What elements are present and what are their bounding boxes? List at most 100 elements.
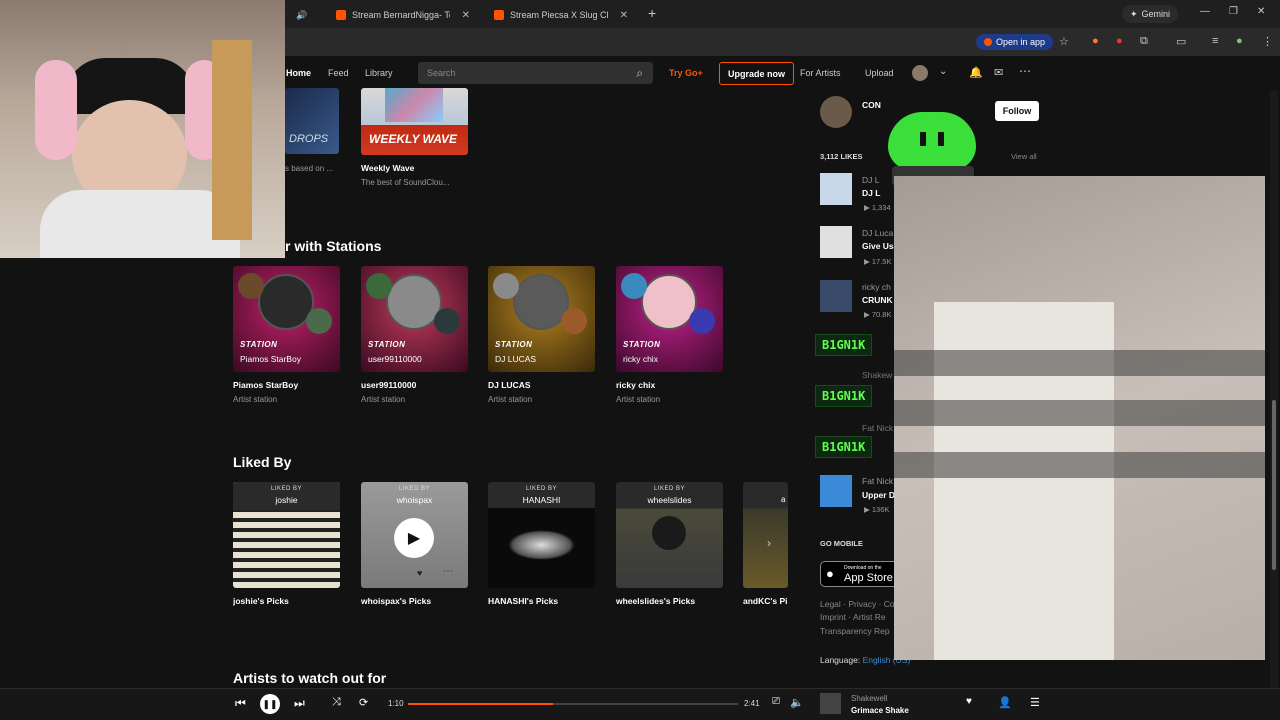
weekly-wave-card[interactable]: WEEKLY WAVE Weekly Wave The best of Soun… bbox=[361, 88, 468, 187]
bell-icon[interactable]: 🔔 bbox=[969, 66, 983, 79]
upload-link[interactable]: Upload bbox=[865, 68, 894, 78]
track-artist[interactable]: DJ Luca bbox=[862, 228, 893, 238]
plays-count: ▶ 136K bbox=[864, 505, 889, 514]
drops-card[interactable]: DROPS s based on ... bbox=[285, 88, 339, 173]
heart-icon[interactable]: ♥ bbox=[966, 696, 972, 707]
close-icon[interactable]: ✕ bbox=[319, 10, 320, 21]
search-input[interactable]: Search ⌕ bbox=[418, 62, 653, 84]
restore-icon[interactable]: ❐ bbox=[1229, 6, 1238, 17]
cast-icon[interactable]: ⎚ bbox=[772, 696, 780, 707]
minimize-icon[interactable]: — bbox=[1200, 6, 1210, 17]
station-card[interactable]: STATION Piamos StarBoy Piamos StarBoy Ar… bbox=[233, 266, 340, 404]
nav-home[interactable]: Home bbox=[286, 68, 311, 78]
for-artists-link[interactable]: For Artists bbox=[800, 68, 841, 78]
try-go-link[interactable]: Try Go+ bbox=[669, 68, 703, 78]
now-playing-artist[interactable]: Shakewell bbox=[851, 694, 887, 703]
pause-icon[interactable]: ❚❚ bbox=[260, 694, 280, 714]
scrollbar-thumb[interactable] bbox=[1272, 400, 1276, 570]
chevron-down-icon[interactable]: ⌄ bbox=[939, 66, 947, 77]
search-icon[interactable]: ⌕ bbox=[636, 66, 643, 81]
user-avatar[interactable] bbox=[912, 65, 928, 81]
profile-avatar[interactable] bbox=[820, 96, 852, 128]
footer-links[interactable]: Legal · Privacy · Co bbox=[820, 599, 895, 609]
queue-icon[interactable]: ☰ bbox=[1030, 696, 1040, 709]
liked-by-user: a bbox=[781, 495, 786, 504]
playlist-card[interactable]: a › andKC's Pi bbox=[743, 482, 788, 606]
nav-library[interactable]: Library bbox=[365, 68, 393, 78]
track-title[interactable]: DJ L bbox=[862, 188, 880, 198]
footer-links[interactable]: Imprint · Artist Re bbox=[820, 612, 886, 622]
reading-list-icon[interactable]: ≡ bbox=[1212, 35, 1218, 47]
tab-stream-2[interactable]: Stream Piecsa X Slug Christ X K... ✕ bbox=[486, 4, 636, 26]
tab-audio[interactable]: 🔊✕ bbox=[288, 4, 320, 26]
follow-user-icon[interactable]: 👤 bbox=[998, 696, 1012, 709]
track-artist[interactable]: Shakew bbox=[862, 370, 892, 380]
track-artist[interactable]: Fat Nick bbox=[862, 423, 893, 433]
play-count-icon: ▶ bbox=[864, 203, 872, 212]
playlist-card[interactable]: LIKED BY whoispax ▶ ♥ ⋯ whoispax's Picks bbox=[361, 482, 468, 606]
liked-by-section-title: Liked By bbox=[233, 454, 292, 470]
now-playing-title[interactable]: Grimace Shake bbox=[851, 706, 909, 715]
track-title[interactable]: Give Us bbox=[862, 241, 894, 251]
open-in-app-button[interactable]: Open in app bbox=[976, 34, 1054, 50]
extension-icon[interactable]: ● bbox=[1092, 35, 1099, 47]
more-icon[interactable]: ⋯ bbox=[1019, 64, 1031, 78]
play-icon[interactable]: ▶ bbox=[394, 518, 434, 558]
card-subtitle: Artist station bbox=[616, 395, 661, 404]
close-window-icon[interactable]: ✕ bbox=[1257, 6, 1265, 17]
station-card[interactable]: STATION DJ LUCAS DJ LUCAS Artist station bbox=[488, 266, 595, 404]
tab-stream-1[interactable]: Stream BernardNigga- Total Dr... ✕ bbox=[328, 4, 478, 26]
puzzle-icon[interactable]: ⧉ bbox=[1140, 35, 1148, 48]
close-icon[interactable]: ✕ bbox=[620, 10, 628, 21]
profile-name[interactable]: CON bbox=[862, 100, 881, 110]
station-card[interactable]: STATION ricky chix ricky chix Artist sta… bbox=[616, 266, 723, 404]
track-thumbnail[interactable] bbox=[820, 226, 852, 258]
station-name: Piamos StarBoy bbox=[240, 354, 301, 364]
chat-badge: B1GN1K bbox=[815, 385, 873, 407]
next-icon[interactable]: ⏭ bbox=[294, 696, 305, 711]
track-artist[interactable]: DJ L bbox=[862, 175, 879, 185]
follow-button[interactable]: Follow bbox=[995, 101, 1039, 121]
track-title[interactable]: Upper D bbox=[862, 490, 895, 500]
station-artwork: STATION ricky chix bbox=[616, 266, 723, 372]
heart-icon[interactable]: ♥ bbox=[417, 568, 422, 578]
duration-time: 2:41 bbox=[744, 699, 760, 708]
close-icon[interactable]: ✕ bbox=[462, 10, 470, 21]
previous-icon[interactable]: ⏮ bbox=[235, 696, 246, 711]
open-in-app-label: Open in app bbox=[996, 37, 1046, 47]
volume-icon[interactable]: 🔈 bbox=[790, 696, 804, 709]
track-artist[interactable]: Fat Nick bbox=[862, 476, 893, 486]
app-store-badge[interactable]: ● Download on the App Store bbox=[820, 561, 900, 587]
weekly-wave-artwork: WEEKLY WAVE bbox=[361, 88, 468, 155]
upgrade-button[interactable]: Upgrade now bbox=[719, 62, 794, 85]
plays-value: 17.5K bbox=[871, 257, 892, 266]
gemini-button[interactable]: ✦ Gemini bbox=[1122, 5, 1179, 23]
chevron-right-icon[interactable]: › bbox=[767, 536, 771, 550]
footer-links[interactable]: Transparency Rep bbox=[820, 626, 890, 636]
extension-icon[interactable]: ● bbox=[1116, 35, 1123, 47]
track-thumbnail[interactable] bbox=[820, 280, 852, 312]
progress-bar[interactable] bbox=[408, 703, 738, 705]
more-icon[interactable]: ⋯ bbox=[443, 566, 453, 577]
track-thumbnail[interactable] bbox=[820, 475, 852, 507]
star-icon[interactable]: ☆ bbox=[1059, 35, 1069, 48]
track-title[interactable]: CRUNK bbox=[862, 295, 893, 305]
new-tab-button[interactable]: + bbox=[648, 5, 656, 21]
nav-feed[interactable]: Feed bbox=[328, 68, 349, 78]
view-all-link[interactable]: View all bbox=[1011, 152, 1037, 161]
repeat-icon[interactable]: ⟳ bbox=[359, 696, 368, 709]
now-playing-artwork[interactable] bbox=[820, 693, 841, 714]
menu-icon[interactable]: ⋮ bbox=[1262, 35, 1273, 48]
scrollbar-track[interactable] bbox=[1270, 90, 1278, 688]
track-thumbnail[interactable] bbox=[820, 173, 852, 205]
track-artist[interactable]: ricky ch bbox=[862, 282, 891, 292]
cast-icon[interactable]: ▭ bbox=[1176, 35, 1186, 48]
playlist-card[interactable]: LIKED BY wheelslides wheelslides's Picks bbox=[616, 482, 723, 606]
playlist-card[interactable]: LIKED BY joshie joshie's Picks bbox=[233, 482, 340, 606]
playlist-card[interactable]: LIKED BY HANASHI HANASHI's Picks bbox=[488, 482, 595, 606]
profile-icon[interactable]: ● bbox=[1236, 35, 1243, 47]
station-tag: STATION bbox=[495, 340, 533, 349]
mail-icon[interactable]: ✉ bbox=[994, 66, 1003, 79]
station-card[interactable]: STATION user99110000 user99110000 Artist… bbox=[361, 266, 468, 404]
shuffle-icon[interactable]: ⤨ bbox=[332, 696, 341, 709]
